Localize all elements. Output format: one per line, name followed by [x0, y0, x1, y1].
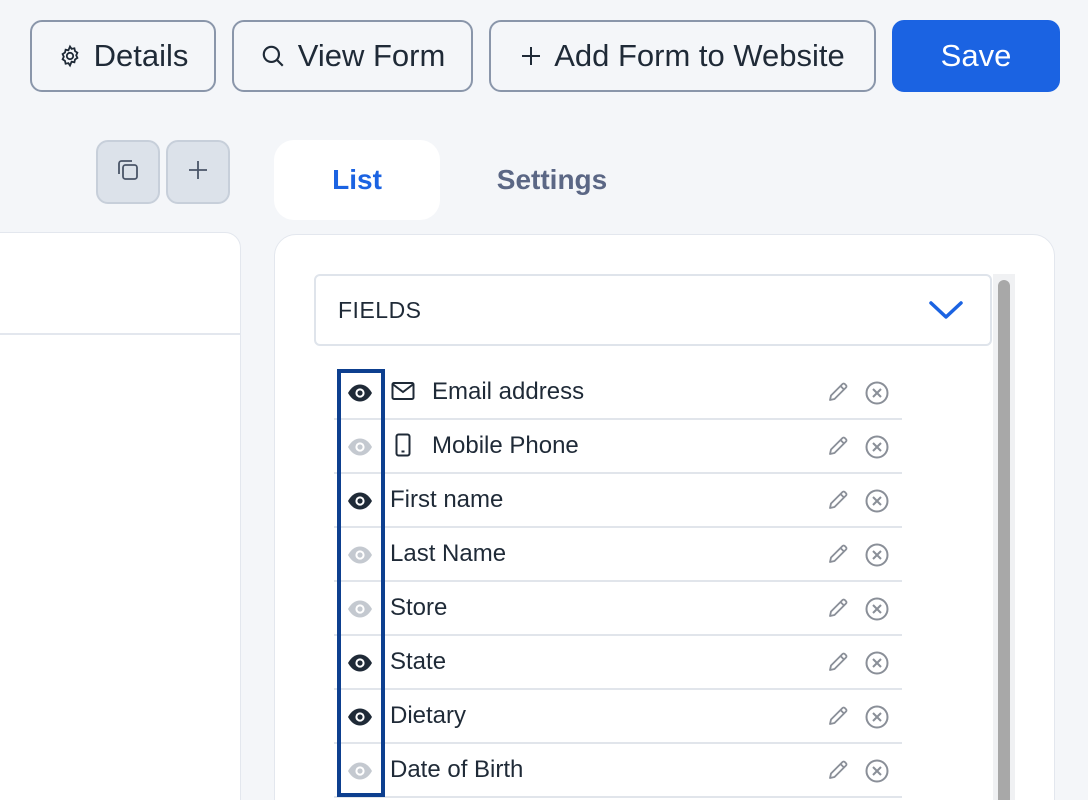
save-button[interactable]: Save	[892, 20, 1060, 92]
pencil-icon[interactable]	[826, 380, 850, 409]
fields-dropdown[interactable]: FIELDS	[314, 274, 992, 346]
visibility-eye-icon[interactable]	[346, 650, 374, 681]
field-label: Store	[390, 594, 448, 621]
view-form-button[interactable]: View Form	[232, 20, 473, 92]
pencil-icon[interactable]	[826, 596, 850, 625]
field-label: First name	[390, 486, 504, 513]
remove-circle-icon[interactable]	[864, 704, 890, 735]
copy-icon	[115, 157, 141, 188]
field-row: Email address	[334, 366, 902, 420]
details-button[interactable]: Details	[30, 20, 216, 92]
pencil-icon[interactable]	[826, 758, 850, 787]
remove-circle-icon[interactable]	[864, 434, 890, 465]
tab-list[interactable]: List	[274, 140, 440, 220]
field-row: Mobile Phone	[334, 420, 902, 474]
pencil-icon[interactable]	[826, 704, 850, 733]
visibility-eye-icon[interactable]	[346, 704, 374, 735]
tab-settings-label: Settings	[496, 164, 608, 195]
tab-settings[interactable]: Settings	[462, 140, 642, 220]
form-builder-page: Details View Form Add Form to Website Sa…	[0, 0, 1088, 800]
field-label: Dietary	[390, 702, 467, 729]
field-row: State	[334, 636, 902, 690]
plus-icon	[520, 45, 542, 67]
search-icon	[260, 43, 286, 69]
pencil-icon[interactable]	[826, 488, 850, 517]
fields-dropdown-label: FIELDS	[338, 296, 422, 323]
field-label: Last Name	[390, 540, 507, 567]
pencil-icon[interactable]	[826, 650, 850, 679]
remove-circle-icon[interactable]	[864, 542, 890, 573]
field-label: Date of Birth	[390, 756, 524, 783]
add-button[interactable]	[166, 140, 230, 204]
field-row: Dietary	[334, 690, 902, 744]
field-label: Email address	[432, 378, 585, 405]
scrollbar-thumb[interactable]	[998, 280, 1010, 800]
add-form-button-label: Add Form to Website	[554, 38, 845, 73]
chevron-down-icon	[928, 298, 964, 328]
field-row: Store	[334, 582, 902, 636]
field-row: Last Name	[334, 528, 902, 582]
pencil-icon[interactable]	[826, 542, 850, 571]
visibility-eye-icon[interactable]	[346, 434, 374, 465]
view-form-button-label: View Form	[297, 38, 446, 73]
phone-icon	[390, 432, 416, 463]
remove-circle-icon[interactable]	[864, 650, 890, 681]
plus-icon	[187, 159, 209, 186]
duplicate-button[interactable]	[96, 140, 160, 204]
field-list: Email address Mobile Phone First name La…	[334, 366, 902, 798]
remove-circle-icon[interactable]	[864, 758, 890, 789]
add-form-to-website-button[interactable]: Add Form to Website	[489, 20, 876, 92]
remove-circle-icon[interactable]	[864, 596, 890, 627]
details-button-label: Details	[93, 38, 189, 73]
field-row: Date of Birth	[334, 744, 902, 798]
tab-list-label: List	[332, 164, 382, 195]
gear-icon	[58, 44, 82, 68]
mail-icon	[390, 378, 416, 409]
field-label: State	[390, 648, 447, 675]
visibility-eye-icon[interactable]	[346, 758, 374, 789]
visibility-eye-icon[interactable]	[346, 488, 374, 519]
pencil-icon[interactable]	[826, 434, 850, 463]
panel-divider	[0, 333, 240, 335]
remove-circle-icon[interactable]	[864, 380, 890, 411]
save-button-label: Save	[940, 38, 1012, 73]
visibility-eye-icon[interactable]	[346, 542, 374, 573]
visibility-eye-icon[interactable]	[346, 596, 374, 627]
field-row: First name	[334, 474, 902, 528]
remove-circle-icon[interactable]	[864, 488, 890, 519]
visibility-eye-icon[interactable]	[346, 380, 374, 411]
field-label: Mobile Phone	[432, 432, 579, 459]
left-panel	[0, 232, 241, 800]
